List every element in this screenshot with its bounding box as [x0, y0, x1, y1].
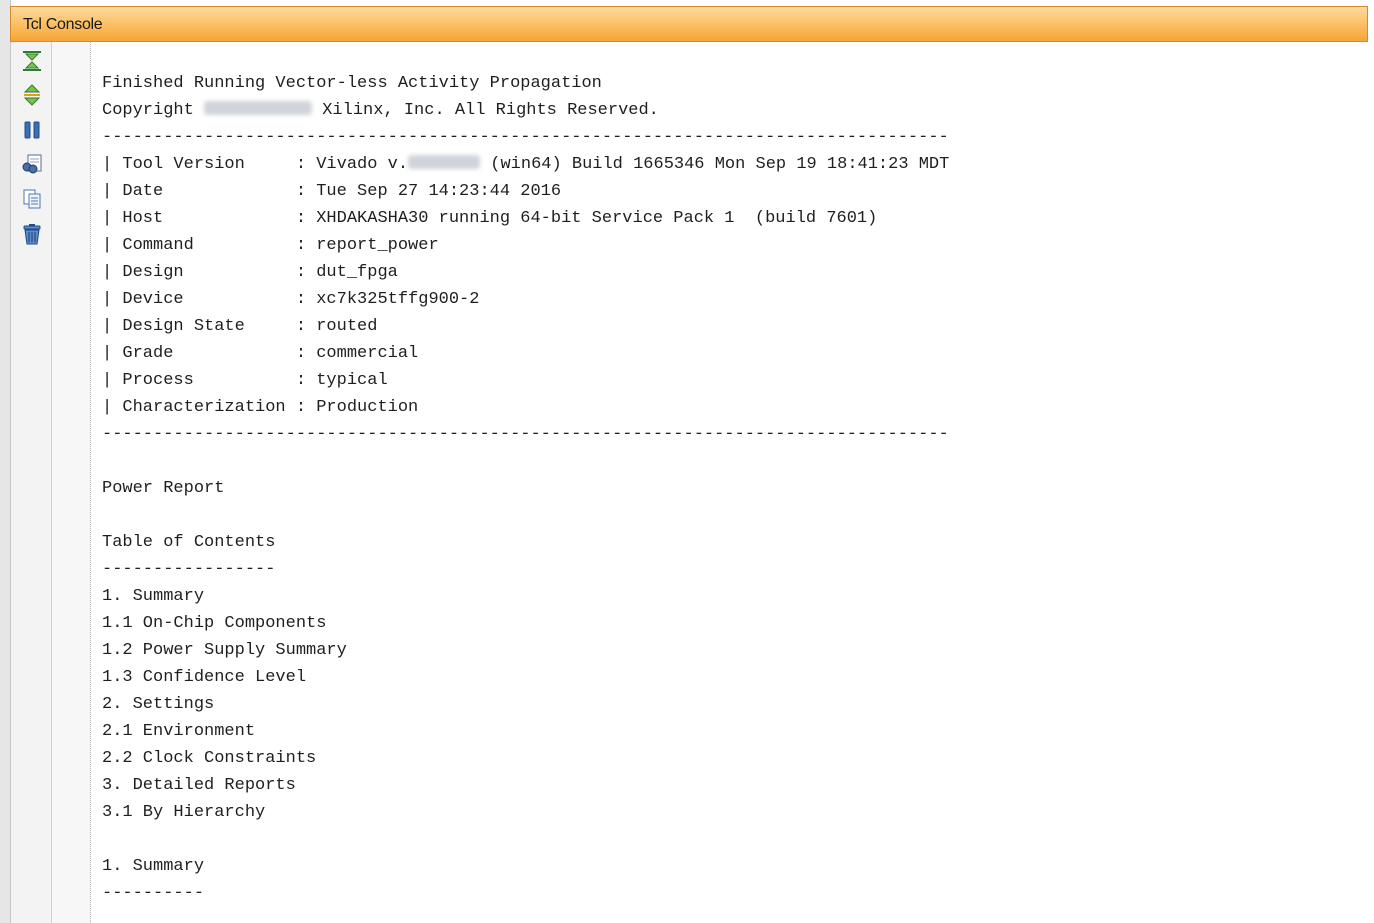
copy-button[interactable] — [21, 188, 43, 210]
expand-arrows-icon — [23, 84, 41, 106]
find-button[interactable] — [21, 153, 43, 175]
console-toolbar — [11, 42, 52, 923]
console-line: 1.2 Power Supply Summary — [102, 641, 347, 660]
console-line: 1. Summary — [102, 587, 205, 606]
collapse-arrows-icon — [23, 51, 41, 71]
console-line: | Tool Version : Vivado v. (win64) Build… — [102, 154, 949, 176]
separator-line: ----------------------------------------… — [102, 425, 949, 444]
console-line: | Design : dut_fpga — [102, 263, 398, 282]
console-line: | Device : xc7k325tffg900-2 — [102, 290, 480, 309]
console-line: | Host : XHDAKASHA30 running 64-bit Serv… — [102, 209, 878, 228]
separator-line: ---------- — [102, 884, 205, 903]
tcl-console-window: Tcl Console Finished Running Vector-less… — [0, 0, 1374, 923]
console-line: Power Report — [102, 479, 225, 498]
console-output[interactable]: Finished Running Vector-less Activity Pr… — [91, 42, 1368, 923]
separator-line: ----------------------------------------… — [102, 128, 949, 147]
console-line: | Design State : routed — [102, 317, 378, 336]
console-line: 3.1 By Hierarchy — [102, 803, 266, 822]
console-line: 1.1 On-Chip Components — [102, 614, 327, 633]
redacted-years — [204, 101, 313, 116]
scroll-to-top-button[interactable] — [21, 84, 43, 106]
copy-icon — [23, 189, 41, 209]
copyright-prefix: Copyright — [102, 101, 205, 120]
clear-button[interactable] — [21, 223, 43, 245]
scroll-to-end-button[interactable] — [21, 50, 43, 72]
trash-icon — [23, 224, 41, 245]
console-line: | Date : Tue Sep 27 14:23:44 2016 — [102, 182, 562, 201]
console-line: 3. Detailed Reports — [102, 776, 296, 795]
console-line: 1. Summary — [102, 857, 205, 876]
console-line: 2.2 Clock Constraints — [102, 749, 317, 768]
console-line: | Process : typical — [102, 371, 388, 390]
copyright-suffix: Xilinx, Inc. All Rights Reserved. — [312, 101, 659, 120]
console-line: | Grade : commercial — [102, 344, 419, 363]
console-line: 2. Settings — [102, 695, 215, 714]
panel-title-bar[interactable]: Tcl Console — [10, 6, 1368, 42]
console-line: Finished Running Vector-less Activity Pr… — [102, 74, 602, 93]
console-line: 2.1 Environment — [102, 722, 256, 741]
panel-title: Tcl Console — [23, 16, 103, 33]
console-line: | Characterization : Production — [102, 398, 419, 417]
console-line: Table of Contents — [102, 533, 276, 552]
console-line: Copyright Xilinx, Inc. All Rights Reserv… — [102, 100, 659, 122]
left-edge-rail — [0, 0, 11, 923]
tool-version-prefix: | Tool Version : Vivado v. — [102, 155, 409, 174]
pause-icon — [24, 121, 40, 139]
redacted-version — [408, 155, 481, 170]
pause-button[interactable] — [21, 119, 43, 141]
console-line: 1.3 Confidence Level — [102, 668, 307, 687]
separator-line: ----------------- — [102, 560, 276, 579]
binoculars-icon — [22, 154, 42, 174]
tool-version-suffix: (win64) Build 1665346 Mon Sep 19 18:41:2… — [480, 155, 950, 174]
console-line: | Command : report_power — [102, 236, 439, 255]
console-gutter — [52, 42, 91, 923]
